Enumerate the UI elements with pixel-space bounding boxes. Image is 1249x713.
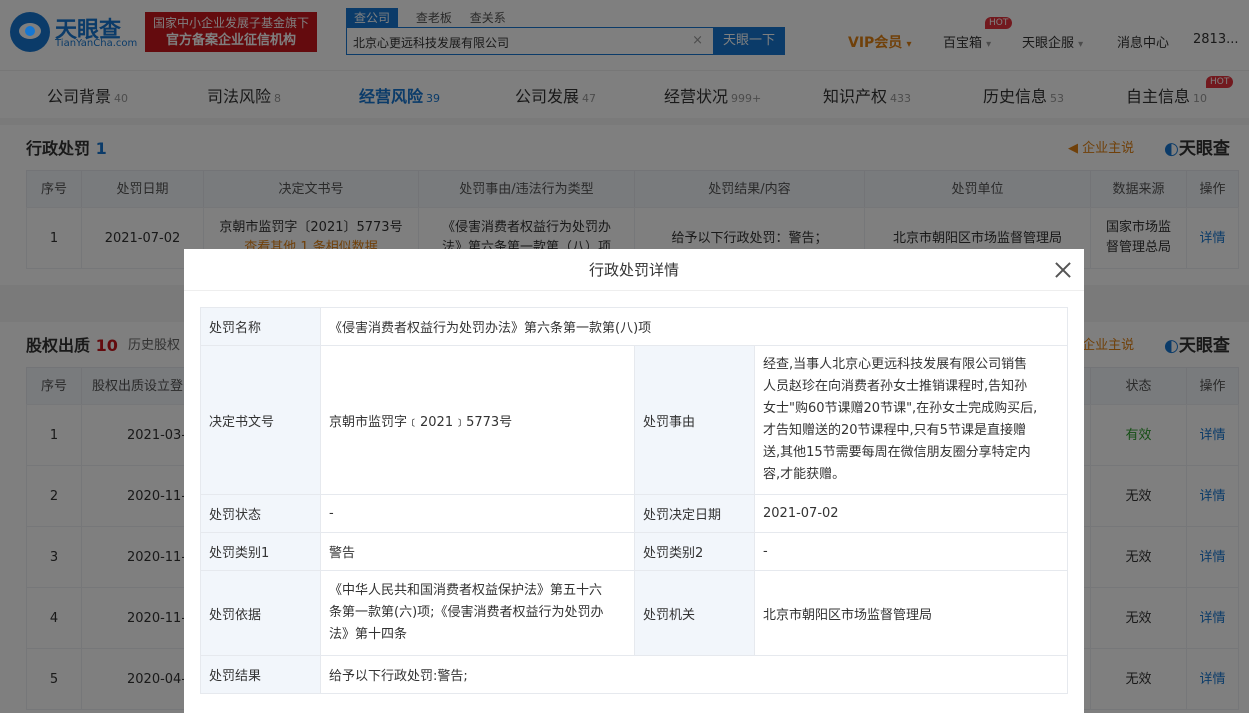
reason-line: 女士"购60节课赠20节课",在孙女士完成购买后, xyxy=(763,401,1038,416)
label-org: 处罚机关 xyxy=(634,570,755,656)
label-penalty-name: 处罚名称 xyxy=(200,307,321,346)
value-org: 北京市朝阳区市场监督管理局 xyxy=(754,570,1068,656)
value-decision-date: 2021-07-02 xyxy=(754,494,1068,533)
modal-title: 行政处罚详情 xyxy=(184,249,1084,291)
label-type1: 处罚类别1 xyxy=(200,532,321,571)
label-result: 处罚结果 xyxy=(200,655,321,694)
label-status: 处罚状态 xyxy=(200,494,321,533)
penalty-detail-modal: 行政处罚详情 处罚名称 《侵害消费者权益行为处罚办法》第六条第一款第(八)项 决… xyxy=(184,249,1084,713)
value-type2: - xyxy=(754,532,1068,571)
basis-line: 条第一款第(六)项;《侵害消费者权益行为处罚办 xyxy=(329,605,604,620)
reason-line: 送,其他15节需要每周在微信朋友圈分享特定内 xyxy=(763,445,1031,460)
value-doc-number: 京朝市监罚字﹝2021﹞5773号 xyxy=(320,345,635,495)
label-reason: 处罚事由 xyxy=(634,345,755,495)
value-status: - xyxy=(320,494,635,533)
value-penalty-name: 《侵害消费者权益行为处罚办法》第六条第一款第(八)项 xyxy=(320,307,1068,346)
reason-line: 容,才能获赠。 xyxy=(763,467,846,482)
value-result: 给予以下行政处罚:警告; xyxy=(320,655,1068,694)
label-type2: 处罚类别2 xyxy=(634,532,755,571)
value-basis: 《中华人民共和国消费者权益保护法》第五十六 条第一款第(六)项;《侵害消费者权益… xyxy=(320,570,635,656)
close-icon[interactable] xyxy=(1054,261,1072,279)
reason-line: 才告知赠送的20节课程中,只有5节课是直接赠 xyxy=(763,423,1026,438)
reason-line: 人员赵珍在向消费者孙女士推销课程时,告知孙 xyxy=(763,379,1028,394)
basis-line: 《中华人民共和国消费者权益保护法》第五十六 xyxy=(329,583,603,598)
label-doc-number: 决定书文号 xyxy=(200,345,321,495)
reason-line: 经查,当事人北京心更远科技发展有限公司销售 xyxy=(763,357,1028,372)
label-decision-date: 处罚决定日期 xyxy=(634,494,755,533)
value-type1: 警告 xyxy=(320,532,635,571)
value-reason: 经查,当事人北京心更远科技发展有限公司销售 人员赵珍在向消费者孙女士推销课程时,… xyxy=(754,345,1068,495)
label-basis: 处罚依据 xyxy=(200,570,321,656)
basis-line: 法》第十四条 xyxy=(329,627,408,642)
